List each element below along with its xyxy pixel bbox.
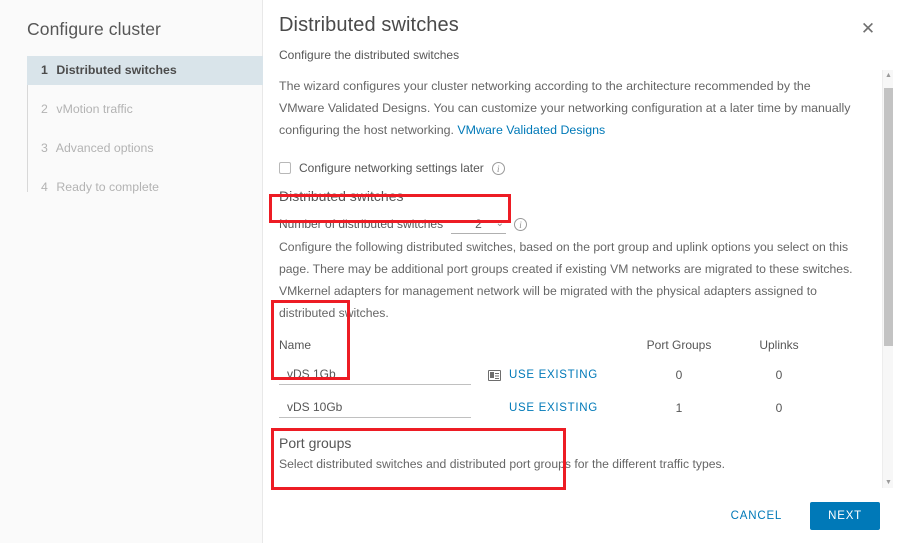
number-of-switches-value: 2 — [475, 216, 482, 231]
switch-icon-cell-1 — [479, 368, 509, 382]
scrollbar-thumb[interactable] — [884, 88, 893, 346]
sidebar-item-ready-to-complete[interactable]: 4 Ready to complete — [27, 173, 262, 202]
step-label-4: Ready to complete — [56, 180, 159, 194]
scroll-up-arrow-icon[interactable]: ▲ — [883, 70, 894, 81]
switch-name-input-2[interactable] — [279, 398, 471, 418]
info-icon-number-of-switches[interactable]: i — [514, 217, 527, 231]
step-number-1: 1 — [41, 63, 48, 77]
next-button[interactable]: NEXT — [810, 501, 880, 530]
distributed-switches-description: Configure the following distributed swit… — [279, 240, 853, 320]
wizard-footer: CANCEL NEXT — [263, 488, 900, 543]
close-icon[interactable]: ✕ — [858, 19, 878, 39]
table-row: USE EXISTING 0 0 — [279, 361, 859, 389]
number-of-switches-select[interactable]: 2 ⌄ — [451, 215, 506, 234]
distributed-switches-table: Name Port Groups Uplinks USE EXISTING 0 — [279, 334, 859, 422]
step-label-1: Distributed switches — [56, 63, 177, 77]
scroll-down-arrow-icon[interactable]: ▼ — [883, 477, 894, 488]
use-existing-link-1[interactable]: USE EXISTING — [509, 369, 629, 381]
configure-cluster-wizard: Configure cluster 1 Distributed switches… — [0, 0, 900, 543]
switch-name-input-1[interactable] — [279, 365, 471, 385]
step-label-3: Advanced options — [55, 141, 154, 155]
sidebar-item-distributed-switches[interactable]: 1 Distributed switches — [27, 56, 263, 85]
step-label-2: vMotion traffic — [56, 102, 133, 116]
sidebar-item-advanced-options[interactable]: 3 Advanced options — [27, 134, 262, 163]
table-row: USE EXISTING 1 0 — [279, 394, 859, 422]
column-header-port-groups: Port Groups — [646, 338, 712, 352]
cancel-button[interactable]: CANCEL — [717, 502, 796, 530]
port-groups-value-2: 1 — [675, 401, 683, 415]
page-title: Distributed switches — [279, 14, 459, 36]
uplinks-value-2: 0 — [775, 401, 783, 415]
uplinks-value-1: 0 — [775, 368, 783, 382]
scrollable-content: The wizard configures your cluster netwo… — [263, 68, 868, 537]
wizard-step-list: 1 Distributed switches 2 vMotion traffic… — [0, 56, 263, 202]
step-number-3: 3 — [41, 141, 48, 155]
step-number-4: 4 — [41, 180, 48, 194]
configure-later-row[interactable]: Configure networking settings later i — [279, 161, 868, 175]
distributed-switch-icon — [487, 370, 501, 382]
wizard-step-sidebar: Configure cluster 1 Distributed switches… — [0, 0, 263, 543]
configure-later-label: Configure networking settings later — [299, 161, 484, 175]
number-of-switches-label: Number of distributed switches — [279, 217, 444, 231]
use-existing-link-2[interactable]: USE EXISTING — [509, 402, 629, 414]
intro-paragraph: The wizard configures your cluster netwo… — [279, 75, 859, 141]
distributed-switches-section-title: Distributed switches — [279, 188, 404, 204]
configure-later-checkbox[interactable] — [279, 162, 291, 174]
switch-name-cell-1 — [279, 365, 479, 385]
switch-name-cell-2 — [279, 398, 479, 418]
port-groups-section-title: Port groups — [279, 435, 352, 451]
number-of-switches-row: Number of distributed switches 2 ⌄ i — [279, 214, 868, 234]
wizard-content-panel: ✕ Distributed switches Configure the dis… — [263, 0, 900, 543]
page-subtitle: Configure the distributed switches — [279, 48, 460, 62]
column-header-uplinks: Uplinks — [759, 338, 799, 352]
port-groups-value-1: 0 — [675, 368, 683, 382]
port-groups-description: Select distributed switches and distribu… — [279, 457, 725, 471]
info-icon-configure-later[interactable]: i — [491, 161, 505, 175]
wizard-title: Configure cluster — [27, 19, 161, 39]
sidebar-item-vmotion-traffic[interactable]: 2 vMotion traffic — [27, 95, 262, 124]
step-number-2: 2 — [41, 102, 48, 116]
chevron-down-icon: ⌄ — [495, 217, 504, 229]
vmware-validated-designs-link[interactable]: VMware Validated Designs — [457, 123, 605, 137]
table-header-row: Name Port Groups Uplinks — [279, 334, 859, 356]
column-header-name: Name — [279, 338, 312, 352]
vertical-scrollbar[interactable]: ▲ ▼ — [882, 70, 893, 488]
